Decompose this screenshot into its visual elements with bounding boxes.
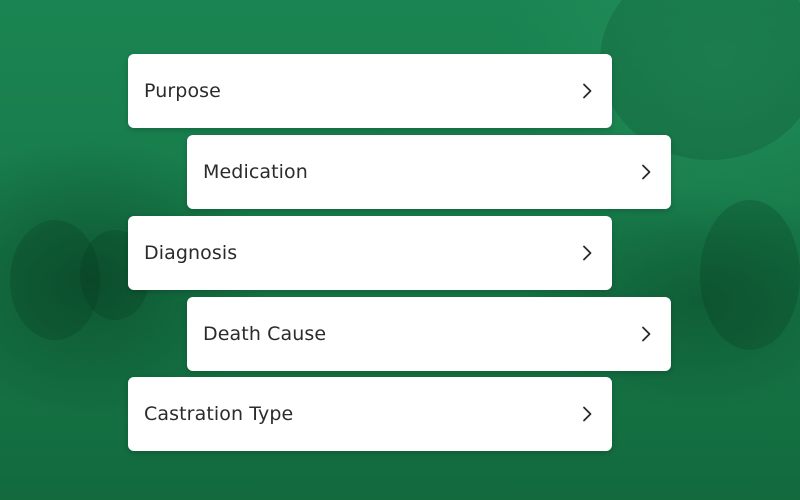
chevron-right-icon — [580, 81, 594, 101]
menu-item-purpose[interactable]: Purpose — [128, 54, 612, 128]
menu-item-diagnosis[interactable]: Diagnosis — [128, 216, 612, 290]
menu-item-label: Death Cause — [203, 323, 327, 345]
menu-item-castration-type[interactable]: Castration Type — [128, 377, 612, 451]
chevron-right-icon — [639, 324, 653, 344]
chevron-right-icon — [580, 243, 594, 263]
background-animal-silhouette — [700, 200, 800, 350]
menu-item-label: Medication — [203, 161, 308, 183]
menu-item-medication[interactable]: Medication — [187, 135, 671, 209]
menu-item-label: Castration Type — [144, 403, 294, 425]
menu-item-label: Diagnosis — [144, 242, 238, 264]
chevron-right-icon — [580, 404, 594, 424]
menu-item-death-cause[interactable]: Death Cause — [187, 297, 671, 371]
chevron-right-icon — [639, 162, 653, 182]
menu-item-label: Purpose — [144, 80, 221, 102]
